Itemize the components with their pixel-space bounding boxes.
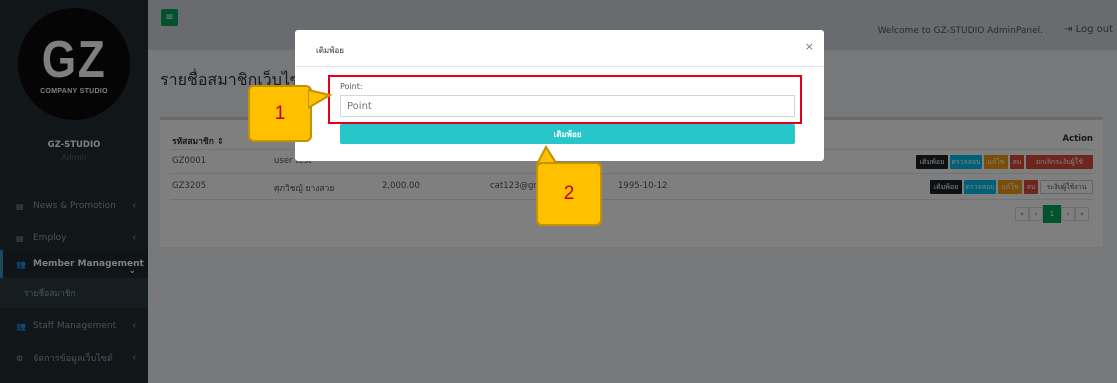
callout-badge-1: 1: [248, 85, 312, 142]
highlight-box: [328, 75, 802, 124]
close-icon[interactable]: ×: [805, 40, 814, 53]
topup-submit-button[interactable]: เติมพ้อย: [340, 124, 795, 144]
modal-title: เติมพ้อย: [316, 46, 344, 55]
callout-pointer-1: [308, 88, 333, 110]
divider: [295, 66, 824, 67]
callout-badge-2: 2: [536, 162, 602, 226]
